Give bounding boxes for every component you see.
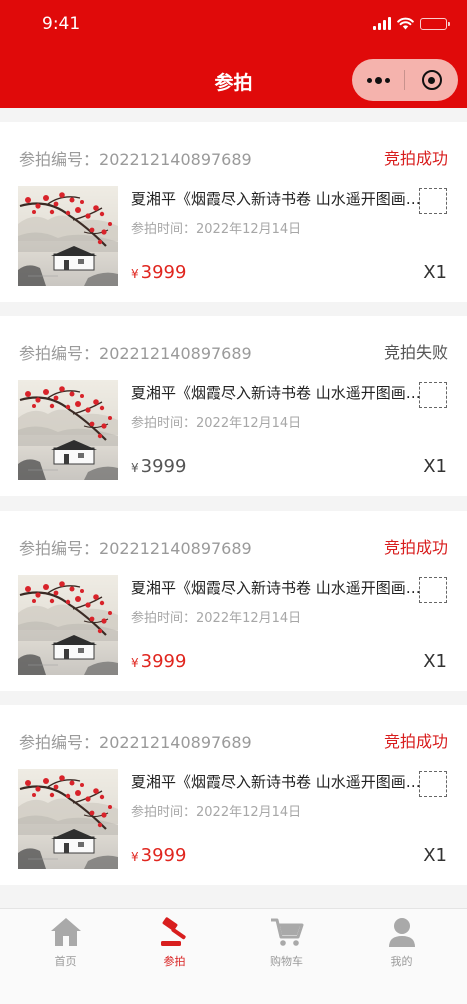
status-icons xyxy=(373,17,450,30)
home-icon xyxy=(50,918,81,946)
product-title[interactable]: 夏湘平《烟霞尽入新诗书卷 山水遥开图画屏》 xyxy=(131,188,421,209)
price: ¥3999 xyxy=(131,456,187,477)
product-thumbnail[interactable] xyxy=(18,575,118,675)
product-thumbnail[interactable] xyxy=(18,186,118,286)
bid-time: 参拍时间：2022年12月14日 xyxy=(131,416,302,431)
status-bar: 9:41 xyxy=(0,0,467,48)
auction-gavel-icon xyxy=(160,917,186,946)
user-icon xyxy=(388,918,415,947)
price: ¥3999 xyxy=(131,651,187,672)
placeholder-box xyxy=(419,188,447,214)
quantity: X1 xyxy=(423,456,447,477)
placeholder-box xyxy=(419,382,447,408)
tab-cart[interactable]: 购物车 xyxy=(228,909,345,1004)
placeholder-box xyxy=(419,577,447,603)
status-time: 9:41 xyxy=(42,14,81,34)
order-card[interactable]: 参拍编号：202212140897689 竞拍成功 夏湘平《烟霞尽入新诗书卷 山… xyxy=(0,705,467,885)
signal-icon xyxy=(373,17,391,30)
bid-time: 参拍时间：2022年12月14日 xyxy=(131,222,302,237)
more-dots-icon[interactable] xyxy=(352,76,404,84)
wifi-icon xyxy=(397,17,414,30)
product-title[interactable]: 夏湘平《烟霞尽入新诗书卷 山水遥开图画屏》 xyxy=(131,577,421,598)
tab-bar: 首页 参拍 购物车 我的 xyxy=(0,908,467,1004)
cart-icon xyxy=(270,918,303,946)
order-card[interactable]: 参拍编号：202212140897689 竞拍成功 夏湘平《烟霞尽入新诗书卷 山… xyxy=(0,511,467,691)
quantity: X1 xyxy=(423,845,447,866)
mini-program-capsule xyxy=(352,59,458,101)
order-status: 竞拍成功 xyxy=(383,149,448,168)
order-card[interactable]: 参拍编号：202212140897689 竞拍成功 夏湘平《烟霞尽入新诗书卷 山… xyxy=(0,122,467,302)
order-number: 参拍编号：202212140897689 xyxy=(19,344,252,363)
placeholder-box xyxy=(419,771,447,797)
product-thumbnail[interactable] xyxy=(18,380,118,480)
quantity: X1 xyxy=(423,262,447,283)
tab-label: 购物车 xyxy=(270,955,303,968)
bid-time: 参拍时间：2022年12月14日 xyxy=(131,805,302,820)
price: ¥3999 xyxy=(131,262,187,283)
tab-label: 我的 xyxy=(390,955,413,968)
order-status: 竞拍成功 xyxy=(383,732,448,751)
order-card[interactable]: 参拍编号：202212140897689 竞拍失败 夏湘平《烟霞尽入新诗书卷 山… xyxy=(0,316,467,496)
order-number: 参拍编号：202212140897689 xyxy=(19,733,252,752)
price: ¥3999 xyxy=(131,845,187,866)
tab-home[interactable]: 首页 xyxy=(7,909,124,1004)
product-thumbnail[interactable] xyxy=(18,769,118,869)
tab-label: 参拍 xyxy=(163,955,186,968)
bid-time: 参拍时间：2022年12月14日 xyxy=(131,611,302,626)
battery-icon xyxy=(420,17,450,30)
quantity: X1 xyxy=(423,651,447,672)
tab-auction[interactable]: 参拍 xyxy=(116,909,233,1004)
order-number: 参拍编号：202212140897689 xyxy=(19,150,252,169)
order-status: 竞拍失败 xyxy=(383,343,448,362)
tab-profile[interactable]: 我的 xyxy=(343,909,460,1004)
target-close-icon[interactable] xyxy=(405,70,458,90)
tab-label: 首页 xyxy=(54,955,77,968)
order-status: 竞拍成功 xyxy=(383,538,448,557)
order-number: 参拍编号：202212140897689 xyxy=(19,539,252,558)
product-title[interactable]: 夏湘平《烟霞尽入新诗书卷 山水遥开图画屏》 xyxy=(131,382,421,403)
product-title[interactable]: 夏湘平《烟霞尽入新诗书卷 山水遥开图画屏》 xyxy=(131,771,421,792)
header: 9:41 参拍 xyxy=(0,0,467,108)
